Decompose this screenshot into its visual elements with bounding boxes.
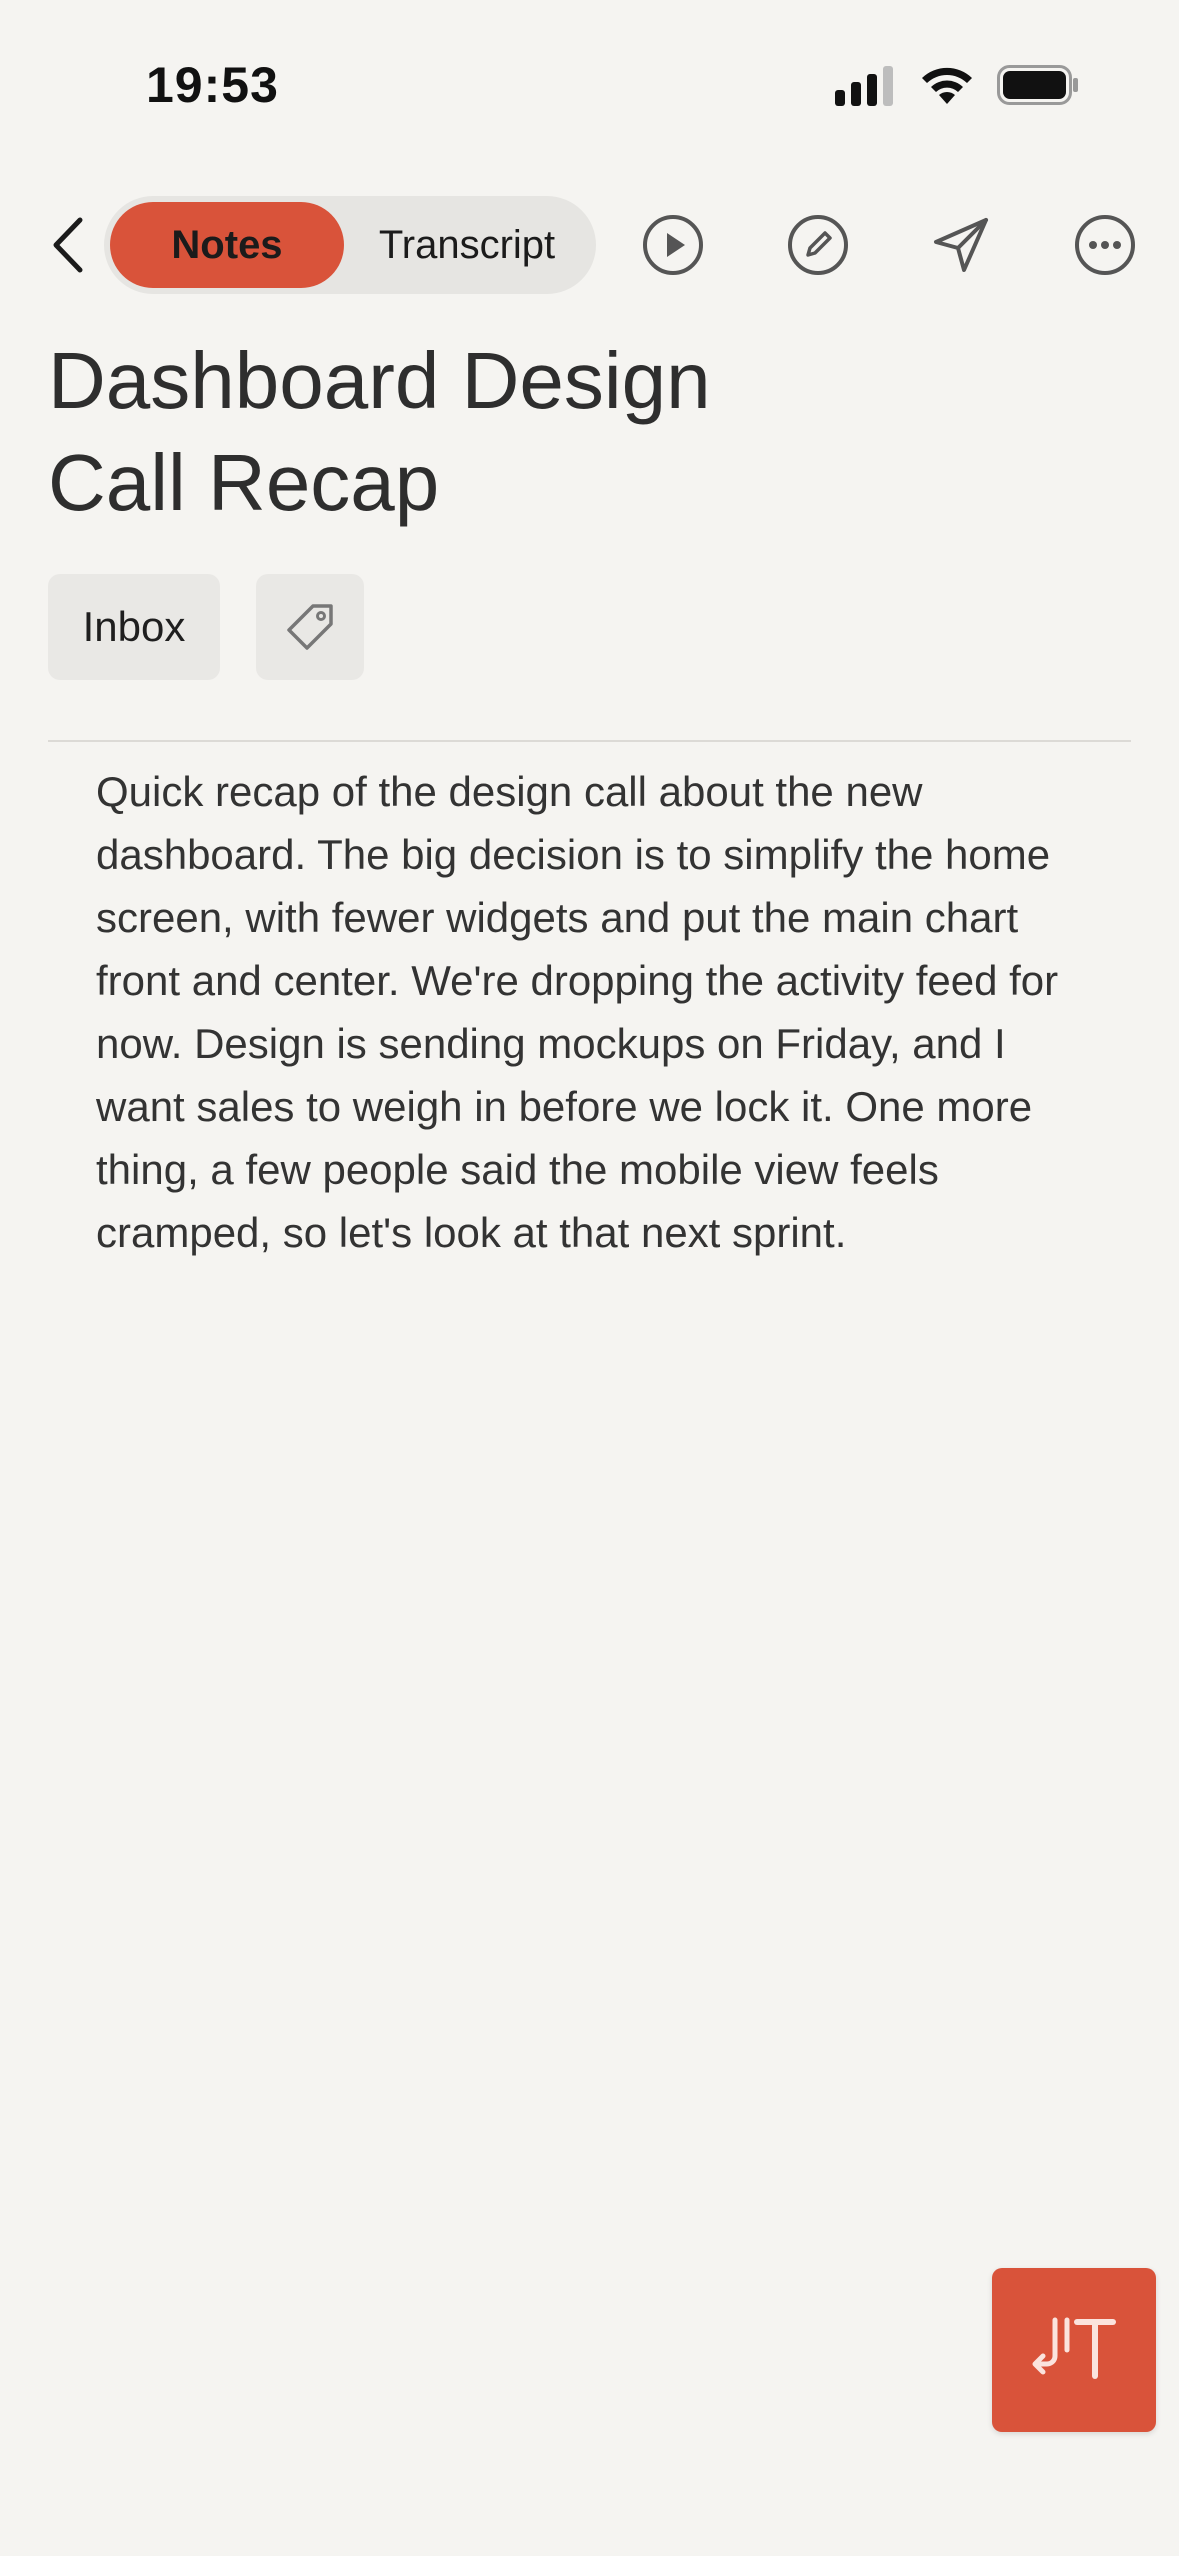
- edit-icon: [788, 215, 848, 275]
- wifi-icon: [919, 64, 975, 111]
- divider: [48, 740, 1131, 742]
- battery-icon: [997, 65, 1079, 110]
- more-icon: [1075, 215, 1135, 275]
- cellular-signal-icon: [835, 64, 897, 111]
- tab-transcript[interactable]: Transcript: [344, 202, 590, 288]
- note-screen: 19:53 Notes Transcript Dashboard Design …: [0, 0, 1179, 2556]
- tab-notes[interactable]: Notes: [110, 202, 344, 288]
- send-icon: [934, 218, 988, 272]
- note-title[interactable]: Dashboard Design Call Recap: [48, 330, 1048, 534]
- note-title-line-2: Call Recap: [48, 438, 440, 527]
- notes-transcript-switch: Notes Transcript: [104, 196, 596, 294]
- note-title-line-1: Dashboard Design: [48, 336, 711, 425]
- transform-text-icon: [1032, 2317, 1116, 2379]
- folder-chip-inbox[interactable]: Inbox: [48, 574, 220, 680]
- play-button[interactable]: [640, 212, 706, 278]
- back-button[interactable]: [42, 212, 92, 278]
- note-body[interactable]: Quick recap of the design call about the…: [96, 760, 1106, 1264]
- transform-text-button[interactable]: [992, 2268, 1156, 2432]
- tag-icon: [287, 604, 333, 650]
- play-icon: [643, 215, 703, 275]
- send-button[interactable]: [928, 212, 994, 278]
- more-button[interactable]: [1072, 212, 1138, 278]
- status-icons: [835, 64, 1079, 111]
- add-tag-button[interactable]: [256, 574, 364, 680]
- status-time: 19:53: [146, 57, 279, 113]
- edit-button[interactable]: [785, 212, 851, 278]
- back-chevron-icon: [53, 217, 83, 273]
